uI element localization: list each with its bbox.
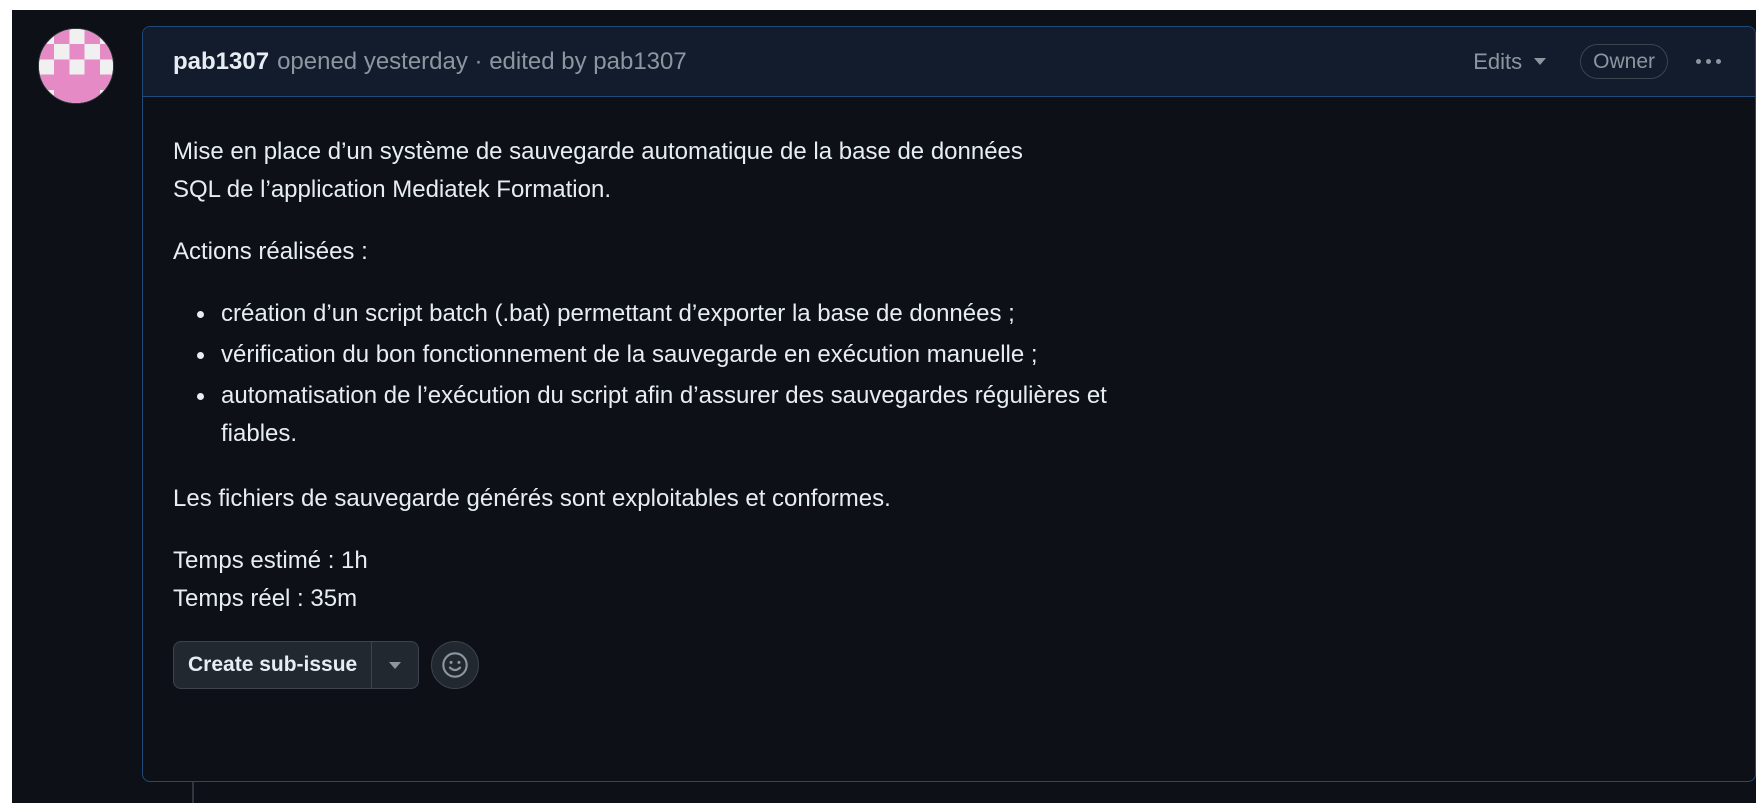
create-sub-issue-split-button: Create sub-issue [173, 641, 420, 689]
kebab-dot [1706, 59, 1711, 64]
sub-issue-dropdown-button[interactable] [372, 642, 418, 688]
kebab-dot [1716, 59, 1721, 64]
comment-meta[interactable]: opened yesterday · edited by pab1307 [277, 48, 687, 76]
smiley-icon [442, 652, 468, 678]
time-actual: Temps réel : 35m [173, 585, 358, 612]
actions-list: création d’un script batch (.bat) permet… [173, 295, 1725, 453]
issue-comment-card: pab1307 opened yesterday · edited by pab… [142, 26, 1756, 782]
triangle-down-icon [389, 661, 402, 669]
kebab-horizontal-icon [1696, 59, 1701, 64]
identicon-icon [39, 29, 113, 103]
intro-paragraph: Mise en place d’un système de sauvegarde… [173, 133, 1113, 209]
conclusion-paragraph: Les fichiers de sauvegarde générés sont … [173, 485, 891, 512]
time-estimated: Temps estimé : 1h [173, 547, 368, 574]
chevron-down-icon [1534, 58, 1547, 65]
create-sub-issue-button[interactable]: Create sub-issue [174, 642, 373, 688]
comment-header: pab1307 opened yesterday · edited by pab… [143, 27, 1755, 97]
timeline-connector [192, 782, 194, 803]
intro-line-2: SQL de l’application Mediatek Formation. [173, 176, 611, 203]
list-item: vérification du bon fonctionnement de la… [173, 336, 1113, 374]
add-reaction-button[interactable] [431, 641, 480, 689]
issue-timeline: pab1307 opened yesterday · edited by pab… [12, 10, 1756, 803]
time-paragraph: Temps estimé : 1h Temps réel : 35m [173, 542, 1725, 618]
more-options-button[interactable] [1692, 55, 1725, 68]
comment-body: Mise en place d’un système de sauvegarde… [143, 97, 1755, 618]
list-item: création d’un script batch (.bat) permet… [173, 295, 1113, 333]
author-avatar[interactable] [38, 28, 114, 104]
intro-line-1: Mise en place d’un système de sauvegarde… [173, 138, 1023, 165]
edits-dropdown[interactable]: Edits [1473, 48, 1547, 75]
author-link[interactable]: pab1307 [173, 48, 269, 76]
actions-heading: Actions réalisées : [173, 238, 368, 265]
list-item: automatisation de l’exécution du script … [173, 377, 1113, 453]
owner-badge: Owner [1580, 43, 1668, 80]
comment-toolbar: Create sub-issue [173, 641, 480, 689]
edits-label: Edits [1473, 48, 1523, 74]
